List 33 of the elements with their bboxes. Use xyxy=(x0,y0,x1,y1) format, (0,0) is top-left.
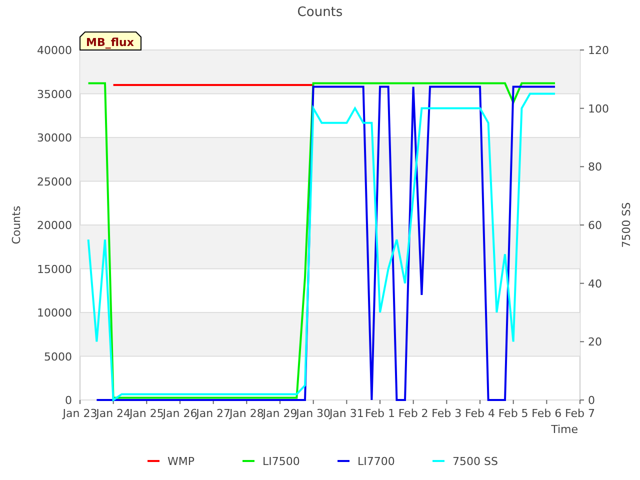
y-tick-label: 10000 xyxy=(37,306,72,320)
right-y-tick-label: 40 xyxy=(588,277,602,290)
y-tick-label: 15000 xyxy=(37,262,72,276)
y-tick-label: 35000 xyxy=(37,88,72,101)
right-y-tick-label: 100 xyxy=(588,102,609,116)
x-tick-label: Feb 4 xyxy=(465,407,495,420)
x-tick-label: Feb 6 xyxy=(532,407,562,420)
y-tick-label: 5000 xyxy=(44,350,72,364)
x-tick-label: Feb 1 xyxy=(365,407,395,420)
y-tick-label: 25000 xyxy=(37,175,72,188)
right-y-tick-label: 20 xyxy=(588,336,602,349)
legend-label: 7500 SS xyxy=(452,455,498,468)
annotation-label: MB_flux xyxy=(80,32,142,50)
y-tick-label: 20000 xyxy=(37,219,72,232)
legend-label: WMP xyxy=(168,455,195,468)
y-tick-label: 30000 xyxy=(37,132,72,144)
legend-label: LI7500 xyxy=(262,455,300,468)
x-tick-label: Jan 31 xyxy=(329,407,364,420)
x-tick-label: Feb 5 xyxy=(498,407,528,420)
legend-label: LI7700 xyxy=(358,455,395,468)
chart-title: Counts xyxy=(297,5,343,20)
right-y-tick-label: 60 xyxy=(588,219,602,232)
right-y-axis-label: 7500 SS xyxy=(620,202,633,248)
y-tick-label: 40000 xyxy=(37,44,72,57)
y-tick-label: 0 xyxy=(65,394,72,407)
x-tick-label: Feb 3 xyxy=(432,407,462,420)
x-axis-label: Time xyxy=(551,423,578,436)
y-axis-label: Counts xyxy=(10,206,23,244)
right-y-tick-label: 0 xyxy=(588,394,595,407)
x-tick-label: Feb 7 xyxy=(565,407,595,420)
right-y-tick-label: 80 xyxy=(588,160,602,174)
right-y-tick-label: 120 xyxy=(588,44,609,57)
x-tick-label: Feb 2 xyxy=(398,407,428,420)
